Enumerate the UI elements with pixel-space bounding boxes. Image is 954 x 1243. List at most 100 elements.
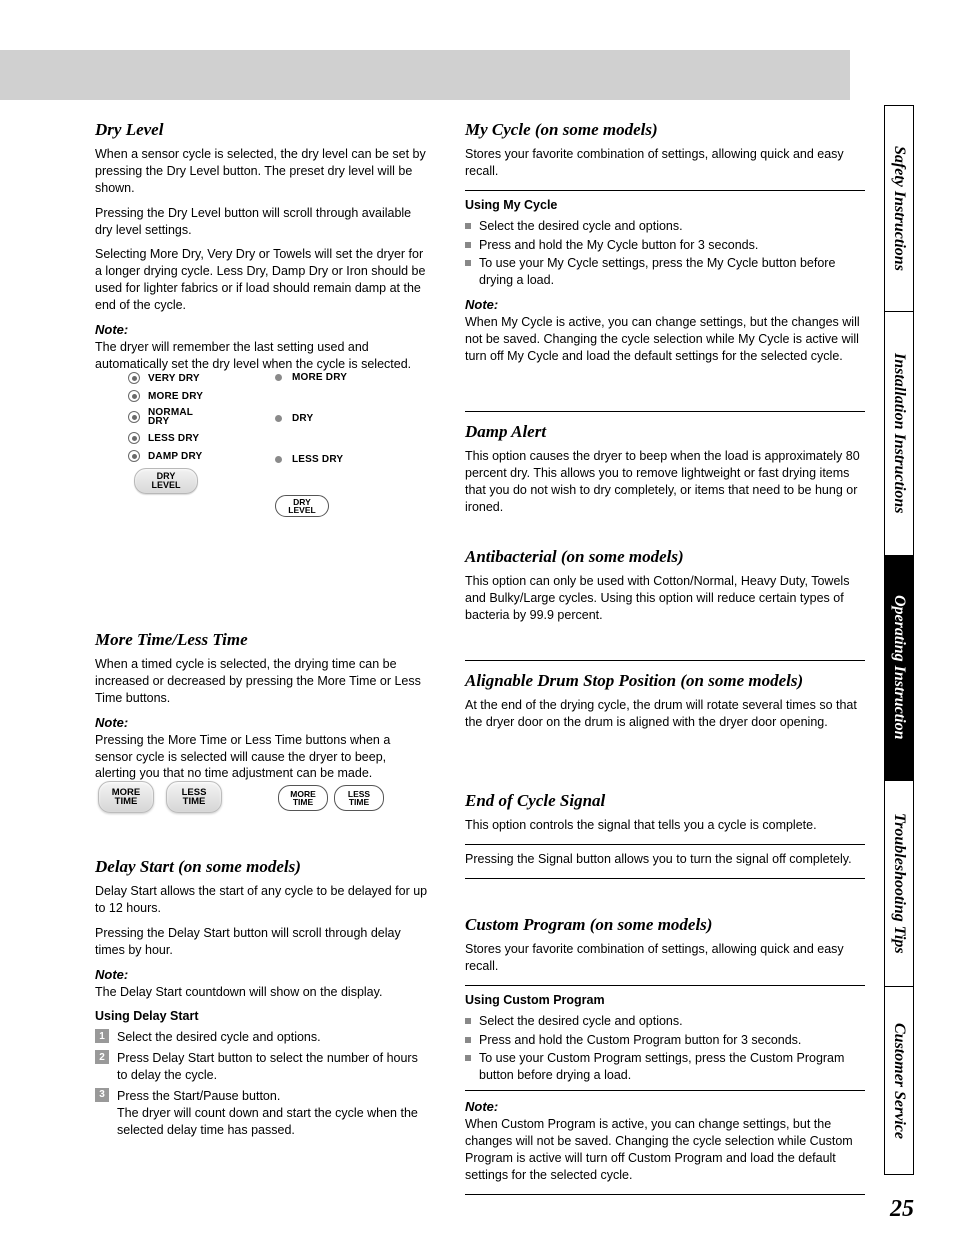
tab-installation[interactable]: Installation Instructions bbox=[885, 312, 913, 555]
heading-custom-program: Custom Program (on some models) bbox=[465, 915, 865, 935]
my-cycle-step-1: Select the desired cycle and options. bbox=[479, 218, 865, 235]
delay-step-3a-text: Press the Start/Pause button. bbox=[117, 1088, 430, 1105]
heading-alignable-drum: Alignable Drum Stop Position (on some mo… bbox=[465, 671, 865, 691]
dry-level-damp-dry: DAMP DRY bbox=[128, 450, 243, 462]
my-cycle-step-2: Press and hold the My Cycle button for 3… bbox=[479, 237, 865, 254]
delay-step-1: 1 Select the desired cycle and options. bbox=[95, 1029, 430, 1046]
dry-level-intro: When a sensor cycle is selected, the dry… bbox=[95, 146, 430, 197]
time-buttons-outline: MORE TIME LESS TIME bbox=[278, 785, 384, 811]
section-damp-alert: Damp Alert This option causes the dryer … bbox=[465, 411, 865, 516]
tab-customer[interactable]: Customer Service bbox=[885, 987, 913, 1174]
end-cycle-p2: Pressing the Signal button allows you to… bbox=[465, 851, 865, 868]
divider bbox=[465, 190, 865, 191]
dot-icon bbox=[275, 374, 282, 381]
less-dry-label: LESS DRY bbox=[148, 433, 199, 444]
divider bbox=[465, 985, 865, 986]
section-antibacterial: Antibacterial (on some models) This opti… bbox=[465, 547, 865, 624]
dry-level-more-dry-3: MORE DRY bbox=[275, 372, 375, 383]
more-less-note-text: Pressing the More Time or Less Time butt… bbox=[95, 732, 430, 783]
my-cycle-using-heading: Using My Cycle bbox=[465, 197, 865, 214]
dry-3-label: DRY bbox=[292, 413, 313, 424]
heading-delay-start: Delay Start (on some models) bbox=[95, 857, 430, 877]
heading-antibacterial: Antibacterial (on some models) bbox=[465, 547, 865, 567]
delay-step-1-text: Select the desired cycle and options. bbox=[117, 1029, 321, 1046]
dry-level-note-text: The dryer will remember the last setting… bbox=[95, 339, 430, 373]
radio-icon bbox=[128, 450, 140, 462]
section-dry-level: Dry Level When a sensor cycle is selecte… bbox=[95, 120, 430, 373]
divider bbox=[465, 660, 865, 661]
section-end-cycle-signal: End of Cycle Signal This option controls… bbox=[465, 791, 865, 879]
page-number: 25 bbox=[890, 1196, 914, 1223]
less-time-button-outline[interactable]: LESS TIME bbox=[334, 785, 384, 811]
tab-troubleshooting[interactable]: Troubleshooting Tips bbox=[885, 781, 913, 987]
antibacterial-text: This option can only be used with Cotton… bbox=[465, 573, 865, 624]
my-cycle-note-label: Note: bbox=[465, 297, 865, 312]
radio-icon bbox=[128, 390, 140, 402]
dry-level-note-label: Note: bbox=[95, 322, 430, 337]
radio-icon bbox=[128, 432, 140, 444]
dot-icon bbox=[275, 456, 282, 463]
dry-level-p3: Selecting More Dry, Very Dry or Towels w… bbox=[95, 246, 430, 314]
custom-program-step-1: Select the desired cycle and options. bbox=[479, 1013, 865, 1030]
step-number: 1 bbox=[95, 1029, 109, 1043]
custom-program-note-label: Note: bbox=[465, 1099, 865, 1114]
end-cycle-p1: This option controls the signal that tel… bbox=[465, 817, 865, 834]
dry-level-button-5[interactable]: DRY LEVEL bbox=[134, 468, 198, 494]
heading-more-less-time: More Time/Less Time bbox=[95, 630, 430, 650]
damp-dry-label: DAMP DRY bbox=[148, 451, 202, 462]
delay-using-heading: Using Delay Start bbox=[95, 1008, 430, 1025]
section-delay-start: Delay Start (on some models) Delay Start… bbox=[95, 857, 430, 1139]
dry-level-button-3[interactable]: DRY LEVEL bbox=[275, 495, 329, 517]
section-more-less-time: More Time/Less Time When a timed cycle i… bbox=[95, 630, 430, 782]
more-time-button-outline[interactable]: MORE TIME bbox=[278, 785, 328, 811]
very-dry-label: VERY DRY bbox=[148, 373, 200, 384]
more-less-p1: When a timed cycle is selected, the dryi… bbox=[95, 656, 430, 707]
more-less-note-label: Note: bbox=[95, 715, 430, 730]
dry-level-less-dry-3: LESS DRY bbox=[275, 454, 375, 465]
delay-step-3: 3 Press the Start/Pause button. The drye… bbox=[95, 1088, 430, 1139]
dry-level-dry-3: DRY bbox=[275, 413, 375, 424]
section-custom-program: Custom Program (on some models) Stores y… bbox=[465, 915, 865, 1195]
heading-my-cycle: My Cycle (on some models) bbox=[465, 120, 865, 140]
less-time-button-embossed[interactable]: LESS TIME bbox=[166, 781, 222, 813]
delay-step-2: 2 Press Delay Start button to select the… bbox=[95, 1050, 430, 1084]
step-number: 2 bbox=[95, 1050, 109, 1064]
delay-p1: Delay Start allows the start of any cycl… bbox=[95, 883, 430, 917]
dry-level-more-dry: MORE DRY bbox=[128, 390, 243, 402]
custom-program-step-2: Press and hold the Custom Program button… bbox=[479, 1032, 865, 1049]
dry-level-panel-5: VERY DRY MORE DRY NORMAL DRY LESS DRY DA… bbox=[128, 372, 243, 494]
dry-level-normal-dry: NORMAL DRY bbox=[128, 408, 243, 426]
radio-icon bbox=[128, 372, 140, 384]
tab-safety[interactable]: Safety Instructions bbox=[885, 106, 913, 312]
heading-end-cycle: End of Cycle Signal bbox=[465, 791, 865, 811]
custom-program-p1: Stores your favorite combination of sett… bbox=[465, 941, 865, 975]
tab-operating[interactable]: Operating Instruction bbox=[885, 556, 913, 781]
divider bbox=[465, 878, 865, 879]
dry-level-panel-3: MORE DRY DRY LESS DRY DRY LEVEL bbox=[275, 372, 375, 517]
more-time-button-embossed[interactable]: MORE TIME bbox=[98, 781, 154, 813]
my-cycle-steps: Select the desired cycle and options. Pr… bbox=[465, 218, 865, 290]
alignable-drum-text: At the end of the drying cycle, the drum… bbox=[465, 697, 865, 731]
more-dry-label: MORE DRY bbox=[148, 391, 203, 402]
dry-level-very-dry: VERY DRY bbox=[128, 372, 243, 384]
dry-level-less-dry: LESS DRY bbox=[128, 432, 243, 444]
dot-icon bbox=[275, 415, 282, 422]
delay-note-text: The Delay Start countdown will show on t… bbox=[95, 984, 430, 1001]
section-alignable-drum: Alignable Drum Stop Position (on some mo… bbox=[465, 660, 865, 731]
divider bbox=[465, 844, 865, 845]
less-dry-3-label: LESS DRY bbox=[292, 454, 343, 465]
custom-program-using-heading: Using Custom Program bbox=[465, 992, 865, 1009]
my-cycle-step-3: To use your My Cycle settings, press the… bbox=[479, 255, 865, 289]
delay-p2: Pressing the Delay Start button will scr… bbox=[95, 925, 430, 959]
divider bbox=[465, 1194, 865, 1195]
section-my-cycle: My Cycle (on some models) Stores your fa… bbox=[465, 120, 865, 365]
heading-dry-level: Dry Level bbox=[95, 120, 430, 140]
delay-step-2-text: Press Delay Start button to select the n… bbox=[117, 1050, 430, 1084]
damp-alert-text: This option causes the dryer to beep whe… bbox=[465, 448, 865, 516]
divider bbox=[465, 411, 865, 412]
custom-program-step-3: To use your Custom Program settings, pre… bbox=[479, 1050, 865, 1084]
more-dry-3-label: MORE DRY bbox=[292, 372, 347, 383]
sidebar-tabs: Safety Instructions Installation Instruc… bbox=[884, 105, 914, 1175]
radio-icon bbox=[128, 411, 140, 423]
my-cycle-p1: Stores your favorite combination of sett… bbox=[465, 146, 865, 180]
